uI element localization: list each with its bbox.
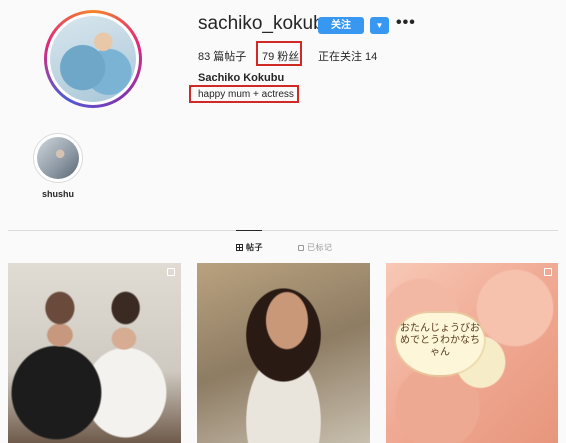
more-options-icon[interactable]: ••• bbox=[396, 14, 416, 32]
tab-posts-label: 帖子 bbox=[246, 243, 263, 252]
post-thumbnail[interactable]: おたんじょうびおめでとうわかなちゃん bbox=[386, 263, 558, 443]
multiple-photos-icon bbox=[167, 268, 175, 276]
tab-tagged-label: 已标记 bbox=[307, 243, 333, 252]
grid-icon bbox=[236, 244, 243, 251]
follow-button[interactable]: 关注 bbox=[318, 17, 364, 34]
tag-icon bbox=[298, 245, 304, 251]
post-thumbnail[interactable] bbox=[197, 263, 370, 443]
avatar-photo bbox=[50, 16, 136, 102]
followers-highlight-box bbox=[256, 41, 302, 66]
posts-count: 83 篇帖子 bbox=[198, 51, 247, 63]
profile-avatar[interactable] bbox=[44, 10, 142, 108]
highlight-cover bbox=[37, 137, 79, 179]
multiple-photos-icon bbox=[544, 268, 552, 276]
story-highlight-label: shushu bbox=[42, 189, 75, 199]
tab-tagged[interactable]: 已标记 bbox=[298, 242, 333, 253]
suggestions-dropdown-button[interactable]: ▼ bbox=[370, 17, 389, 34]
story-highlight[interactable] bbox=[33, 133, 83, 183]
birthday-card-text: おたんじょうびおめでとうわかなちゃん bbox=[400, 323, 480, 358]
tabs-divider bbox=[8, 230, 558, 231]
bio-highlight-box bbox=[189, 85, 299, 103]
instagram-profile-page: sachiko_kokubu 关注 ▼ ••• 83 篇帖子 79 粉丝 正在关… bbox=[0, 0, 566, 443]
active-tab-indicator bbox=[236, 230, 262, 231]
tab-posts[interactable]: 帖子 bbox=[236, 242, 263, 253]
profile-full-name: Sachiko Kokubu bbox=[198, 72, 285, 84]
following-count[interactable]: 正在关注 14 bbox=[318, 48, 377, 64]
profile-username: sachiko_kokubu bbox=[198, 13, 335, 34]
chevron-down-icon: ▼ bbox=[375, 21, 384, 30]
post-thumbnail[interactable] bbox=[8, 263, 181, 443]
